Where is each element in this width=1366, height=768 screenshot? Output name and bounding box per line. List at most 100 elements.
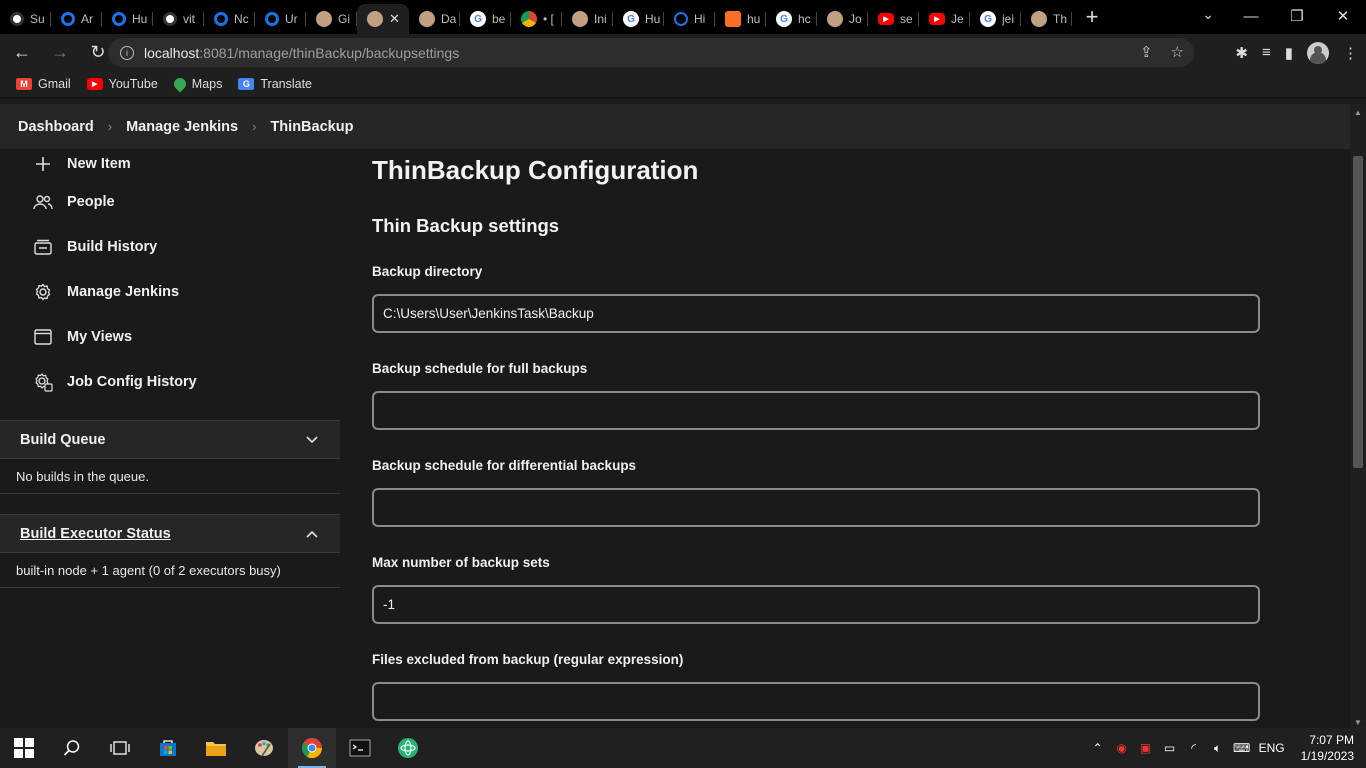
ring-icon: [112, 12, 126, 26]
keyboard-icon[interactable]: ⌨: [1233, 741, 1250, 755]
excluded-files-input[interactable]: [372, 682, 1260, 721]
tab-2[interactable]: Hu: [102, 4, 153, 34]
max-backup-sets-input[interactable]: [372, 585, 1260, 624]
translate-icon: G: [238, 78, 255, 90]
close-window-icon[interactable]: ✕: [1320, 7, 1366, 25]
breadcrumb-manage-jenkins[interactable]: Manage Jenkins: [126, 119, 238, 135]
windows-logo-icon: [14, 738, 34, 758]
site-info-icon[interactable]: i: [120, 45, 134, 60]
sidebar: New Item People Build History Manage Jen…: [0, 149, 340, 729]
wifi-icon[interactable]: ◜: [1187, 741, 1201, 755]
tab-11[interactable]: Ini: [562, 4, 613, 34]
sidebar-item-new-item[interactable]: New Item: [0, 149, 340, 179]
sidebar-item-manage-jenkins[interactable]: Manage Jenkins: [0, 269, 340, 314]
breadcrumb-dashboard[interactable]: Dashboard: [18, 119, 94, 135]
profile-avatar[interactable]: [1307, 41, 1329, 64]
clock[interactable]: 7:07 PM 1/19/2023: [1301, 732, 1354, 764]
scroll-down-icon[interactable]: ▼: [1354, 718, 1362, 727]
back-icon[interactable]: ←: [6, 37, 38, 69]
tab-16[interactable]: Jo: [817, 4, 868, 34]
tab-9[interactable]: Gbe: [460, 4, 511, 34]
tab-14[interactable]: hu: [715, 4, 766, 34]
language-indicator[interactable]: ENG: [1259, 741, 1285, 755]
record-icon[interactable]: ◉: [1115, 741, 1129, 755]
jenkins-icon: [316, 11, 332, 27]
tab-6[interactable]: Gi: [306, 4, 357, 34]
bookmark-maps[interactable]: Maps: [171, 75, 223, 93]
sidebar-item-people[interactable]: People: [0, 179, 340, 224]
backup-directory-input[interactable]: [372, 294, 1260, 333]
tab-title: Jo: [849, 12, 862, 26]
media-icon[interactable]: ≡: [1262, 44, 1271, 61]
tab-1[interactable]: Ar: [51, 4, 102, 34]
bookmark-gmail[interactable]: M Gmail: [16, 77, 71, 91]
tab-17[interactable]: ▶ se: [868, 4, 919, 34]
diff-backup-schedule-input[interactable]: [372, 488, 1260, 527]
store-icon[interactable]: [144, 728, 192, 768]
terminal-icon[interactable]: [336, 728, 384, 768]
search-icon[interactable]: [48, 728, 96, 768]
file-explorer-icon[interactable]: [192, 728, 240, 768]
start-button[interactable]: [0, 728, 48, 768]
breadcrumb-thinbackup[interactable]: ThinBackup: [270, 119, 353, 135]
build-queue-title: Build Queue: [20, 431, 106, 448]
sidebar-item-my-views[interactable]: My Views: [0, 314, 340, 359]
build-executor-header: Build Executor Status: [0, 515, 340, 553]
task-view-icon[interactable]: [96, 728, 144, 768]
tab-5[interactable]: Ur: [255, 4, 306, 34]
app-icon[interactable]: [384, 728, 432, 768]
build-executor-title[interactable]: Build Executor Status: [20, 526, 171, 542]
sidebar-item-job-config-history[interactable]: Job Config History: [0, 359, 340, 404]
bookmark-label: Maps: [191, 77, 223, 91]
close-tab-icon[interactable]: ✕: [389, 11, 400, 27]
restore-icon[interactable]: ❐: [1274, 7, 1320, 25]
app-tray-icon[interactable]: ▣: [1139, 741, 1153, 755]
tab-10[interactable]: • [: [511, 4, 562, 34]
tab-20[interactable]: Th: [1021, 4, 1072, 34]
full-backup-schedule-label: Backup schedule for full backups: [372, 361, 588, 376]
tab-13[interactable]: Hi: [664, 4, 715, 34]
tab-7[interactable]: ✕: [357, 4, 409, 34]
bookmark-translate[interactable]: G Translate: [238, 77, 312, 91]
full-backup-schedule-input[interactable]: [372, 391, 1260, 430]
tab-18[interactable]: ▶ Je: [919, 4, 970, 34]
paint-icon[interactable]: [240, 728, 288, 768]
tab-4[interactable]: Nc: [204, 4, 255, 34]
tab-search-icon[interactable]: ⌄: [1202, 6, 1214, 23]
build-executor-pane: Build Executor Status built-in node + 1 …: [0, 514, 340, 588]
share-icon[interactable]: ⇪: [1140, 43, 1153, 61]
tab-12[interactable]: G Hu: [613, 4, 664, 34]
tab-0[interactable]: Su: [0, 4, 51, 34]
build-queue-pane: Build Queue No builds in the queue.: [0, 420, 340, 494]
bookmark-youtube[interactable]: ▶ YouTube: [86, 77, 158, 91]
tab-19[interactable]: Gjei: [970, 4, 1021, 34]
tab-15[interactable]: Ghc: [766, 4, 817, 34]
url-path: :8081/manage/thinBackup/backupsettings: [199, 44, 460, 61]
chevron-up-icon[interactable]: [306, 526, 318, 542]
gear-icon: [33, 282, 53, 302]
minimize-icon[interactable]: —: [1228, 8, 1274, 25]
network-drive-icon[interactable]: ▭: [1163, 741, 1177, 755]
side-panel-icon[interactable]: ▮: [1285, 44, 1293, 62]
build-queue-header[interactable]: Build Queue: [0, 421, 340, 459]
bookmark-star-icon[interactable]: ☆: [1171, 43, 1184, 61]
extensions-icon[interactable]: ✱: [1235, 44, 1248, 62]
volume-icon[interactable]: 🔈︎: [1211, 741, 1225, 755]
chevron-up-icon[interactable]: ⌃: [1091, 741, 1105, 755]
menu-icon[interactable]: ⋮: [1343, 44, 1358, 62]
tab-title: Je: [951, 12, 964, 26]
scroll-up-icon[interactable]: ▲: [1354, 108, 1362, 117]
chevron-down-icon[interactable]: [306, 432, 318, 448]
google-icon: G: [470, 11, 486, 27]
new-tab-button[interactable]: +: [1072, 4, 1112, 30]
tab-title: Th: [1053, 12, 1068, 26]
address-bar[interactable]: i localhost:8081/manage/thinBackup/backu…: [108, 38, 1194, 67]
vertical-scrollbar[interactable]: ▲ ▼: [1350, 104, 1366, 729]
scrollbar-thumb[interactable]: [1353, 156, 1363, 468]
sidebar-item-build-history[interactable]: Build History: [0, 224, 340, 269]
jenkins-icon: [419, 11, 435, 27]
tab-8[interactable]: Da: [409, 4, 460, 34]
tab-3[interactable]: vit: [153, 4, 204, 34]
chrome-taskbar-icon[interactable]: [288, 728, 336, 768]
forward-icon[interactable]: →: [44, 37, 76, 69]
